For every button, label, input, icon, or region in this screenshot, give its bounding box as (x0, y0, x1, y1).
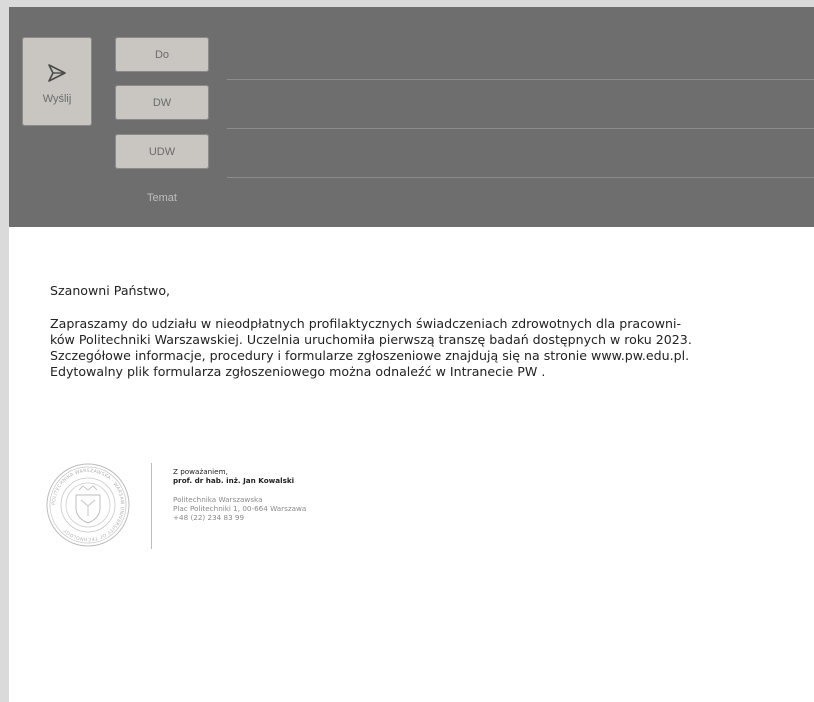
compose-header: Wyślij Do DW UDW Temat (9, 7, 814, 227)
university-seal-icon: POLITECHNIKA WARSZAWSKA · WARSAW UNIVERS… (46, 463, 130, 547)
paragraph-line: Zapraszamy do udziału w nieodpłatnych pr… (50, 316, 682, 331)
cc-button[interactable]: DW (115, 85, 209, 120)
paragraph-line: Edytowalny plik formularza zgłoszenioweg… (50, 364, 546, 379)
paper-plane-icon (48, 63, 66, 82)
signature-org: Politechnika Warszawska (173, 495, 263, 504)
paragraph-line: ków Politechniki Warszawskiej. Uczelnia … (50, 332, 692, 347)
signature-name: prof. dr hab. inż. Jan Kowalski (173, 476, 295, 485)
message-body[interactable]: Szanowni Państwo, Zapraszamy do udziału … (50, 283, 770, 380)
greeting: Szanowni Państwo, (50, 283, 171, 298)
paragraph-line: Szczegółowe informacje, procedury i form… (50, 348, 690, 363)
signature-address: Plac Politechniki 1, 00-664 Warszawa (173, 504, 307, 513)
signature-divider (151, 463, 152, 549)
bcc-field[interactable] (227, 177, 814, 178)
subject-label[interactable]: Temat (115, 192, 209, 204)
svg-text:POLITECHNIKA WARSZAWSKA · WARS: POLITECHNIKA WARSZAWSKA · WARSAW UNIVERS… (51, 468, 125, 542)
signature-phone: +48 (22) 234 83 99 (173, 513, 245, 522)
bcc-button[interactable]: UDW (115, 134, 209, 169)
email-compose-window: Wyślij Do DW UDW Temat Szanowni Państwo,… (9, 7, 814, 702)
to-field[interactable] (227, 79, 814, 80)
signature-closing: Z poważaniem, (173, 467, 228, 476)
send-label: Wyślij (42, 92, 72, 105)
to-button[interactable]: Do (115, 37, 209, 72)
seal-text: POLITECHNIKA WARSZAWSKA · WARSAW UNIVERS… (51, 468, 125, 542)
send-button[interactable]: Wyślij (22, 37, 92, 126)
message-paragraph: Zapraszamy do udziału w nieodpłatnych pr… (50, 316, 770, 380)
cc-field[interactable] (227, 128, 814, 129)
signature: Z poważaniem, prof. dr hab. inż. Jan Kow… (173, 467, 306, 522)
